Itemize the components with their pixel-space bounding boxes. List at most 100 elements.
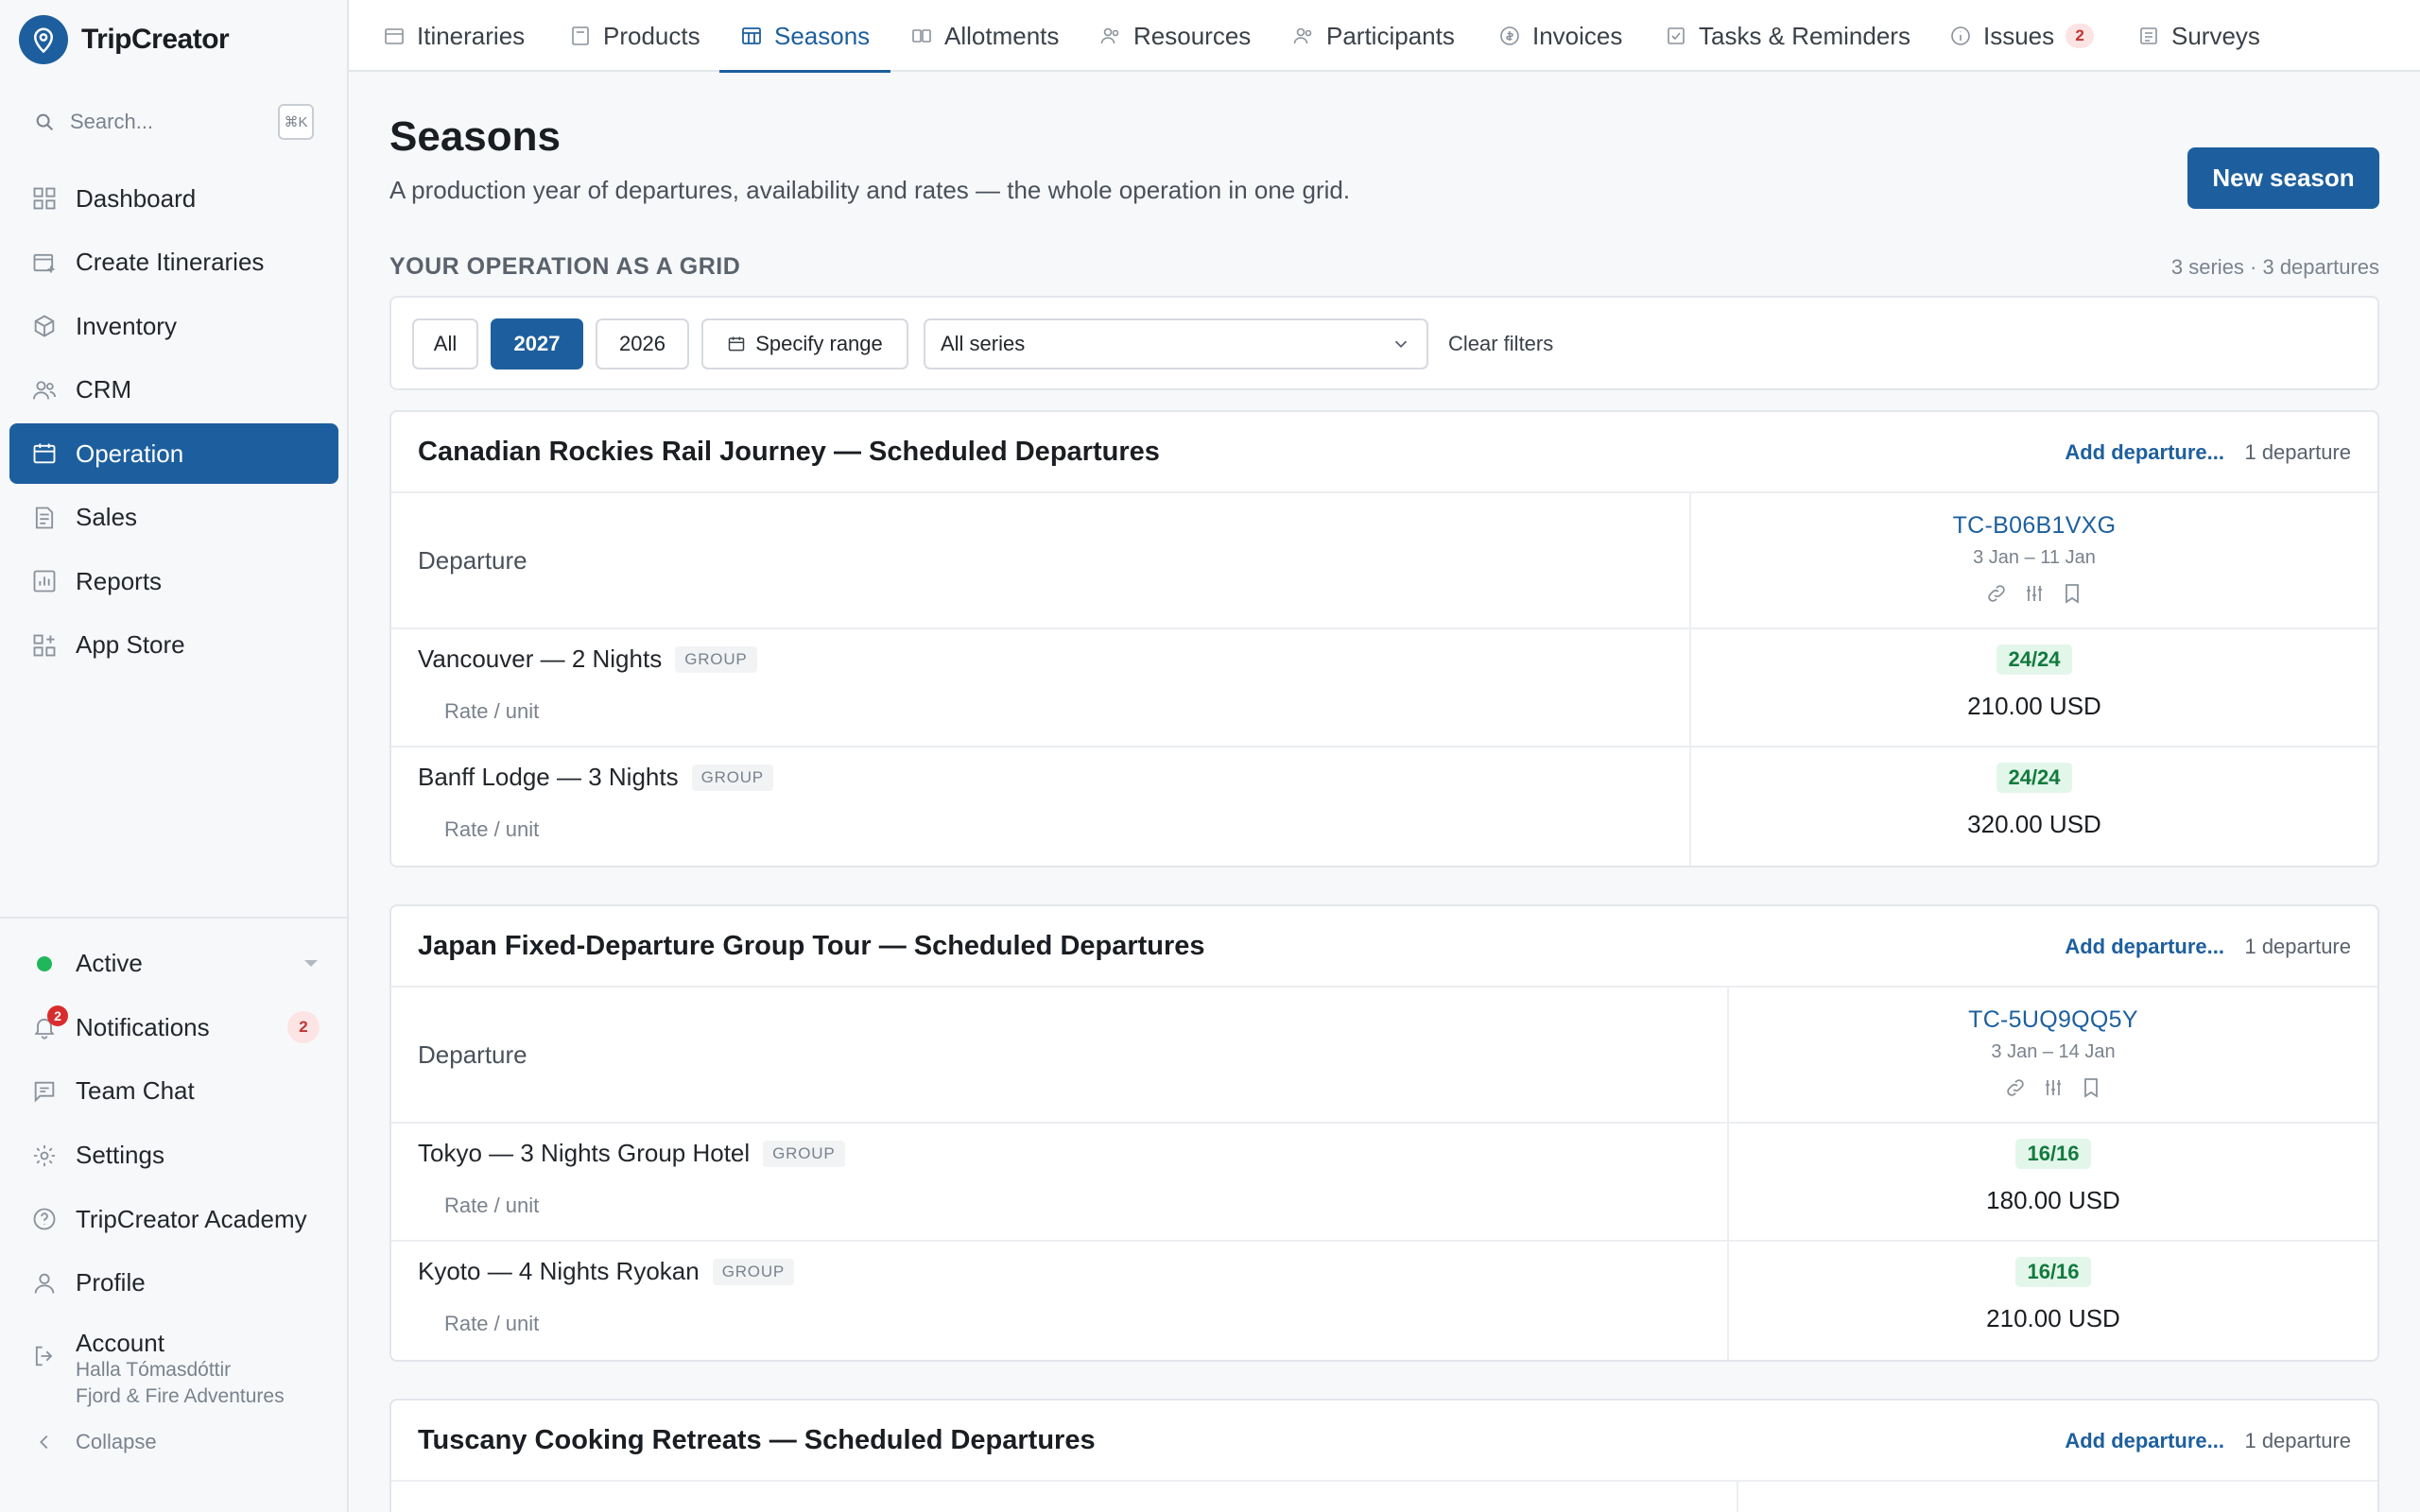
series-card-header: Canadian Rockies Rail Journey — Schedule… (391, 412, 2377, 493)
sidebar-item-operation[interactable]: Operation (9, 423, 338, 484)
product-cell[interactable]: 24/24 210.00 USD (1691, 629, 2377, 747)
search-icon (36, 113, 53, 130)
account-company: Fjord & Fire Adventures (76, 1384, 285, 1407)
tab-surveys[interactable]: Surveys (2137, 0, 2260, 72)
tab-label: Itineraries (417, 21, 526, 50)
specify-range-button[interactable]: Specify range (701, 318, 908, 369)
rate-value: 210.00 USD (1986, 1304, 2120, 1332)
sidebar: TripCreator Search... ⌘K Dashboard Creat… (0, 0, 349, 1512)
add-departure-link[interactable]: Add departure... (2065, 1429, 2224, 1453)
tab-resources[interactable]: Resources (1099, 0, 1251, 72)
tab-participants[interactable]: Participants (1292, 0, 1455, 72)
add-departure-link[interactable]: Add departure... (2065, 440, 2224, 465)
collapse-label: Collapse (76, 1429, 157, 1453)
departure-count: 1 departure (2244, 935, 2351, 958)
bell-icon: 2 (30, 1005, 68, 1041)
notification-dot: 2 (47, 1005, 68, 1027)
filter-2027-button[interactable]: 2027 (491, 318, 583, 369)
departure-row: Departure TC-5UQ9QQ5Y 3 Jan – 14 Jan (391, 988, 2377, 1124)
tab-tasks-reminders[interactable]: Tasks & Reminders (1665, 0, 1910, 72)
rate-value: 210.00 USD (1967, 692, 2101, 720)
top-tabs: Itineraries Products Seasons Allotments … (349, 0, 2420, 73)
tab-label: Invoices (1532, 21, 1623, 50)
sidebar-item-create-itineraries[interactable]: Create Itineraries (9, 232, 338, 293)
link-icon[interactable] (1985, 582, 2008, 605)
departure-dates: 3 Jan – 11 Jan (1973, 547, 2096, 568)
series-select[interactable]: All series (924, 318, 1428, 369)
product-row: Vancouver — 2 Nights GROUP Rate / unit 2… (391, 629, 2377, 747)
product-name: Kyoto — 4 Nights Ryokan GROUP (418, 1257, 795, 1286)
tab-label: Issues (1983, 21, 2055, 50)
bookmark-icon[interactable] (2061, 582, 2083, 605)
app-name: TripCreator (81, 24, 230, 55)
departure-code-link[interactable]: TC-5UQ9QQ5Y (1968, 1006, 2138, 1034)
survey-icon (2140, 27, 2157, 44)
add-departure-link[interactable]: Add departure... (2065, 935, 2224, 959)
tab-seasons[interactable]: Seasons (718, 0, 891, 73)
gear-icon (30, 1142, 59, 1170)
reports-icon (30, 567, 59, 595)
sidebar-item-profile[interactable]: Profile (9, 1251, 338, 1315)
sidebar-item-team-chat[interactable]: Team Chat (9, 1059, 338, 1124)
sidebar-item-label: Notifications (76, 1012, 210, 1041)
collapse-button[interactable]: Collapse (9, 1419, 338, 1465)
tab-label: Seasons (774, 21, 871, 50)
help-circle-icon (30, 1205, 59, 1233)
series-card-header: Tuscany Cooking Retreats — Scheduled Dep… (391, 1400, 2377, 1482)
departure-code-link[interactable]: TC-B06B1VXG (1953, 512, 2117, 540)
product-cell[interactable]: 24/24 320.00 USD (1691, 747, 2377, 866)
sidebar-item-account[interactable]: Account Halla Tómasdóttir Fjord & Fire A… (9, 1315, 338, 1419)
column-divider (1737, 1482, 1738, 1512)
departure-actions (2004, 1076, 2102, 1099)
sidebar-item-app-store[interactable]: App Store (9, 615, 338, 676)
chevron-left-icon (30, 1428, 59, 1456)
product-cell[interactable]: 16/16 210.00 USD (1729, 1242, 2377, 1360)
product-name-text: Banff Lodge — 3 Nights (418, 763, 679, 791)
section-label: YOUR OPERATION AS A GRID (389, 253, 741, 280)
sidebar-item-label: Reports (76, 566, 163, 595)
group-tag: GROUP (763, 1140, 845, 1167)
calendar-icon (385, 28, 404, 44)
sliders-icon[interactable] (2042, 1076, 2065, 1099)
clear-filters-button[interactable]: Clear filters (1448, 318, 1553, 369)
tab-label: Tasks & Reminders (1699, 21, 1910, 50)
sidebar-item-notifications[interactable]: 2 Notifications 2 (9, 996, 338, 1060)
sidebar-item-crm[interactable]: CRM (9, 360, 338, 421)
chevron-down-icon (304, 960, 318, 968)
search-input[interactable]: Search... (70, 110, 263, 134)
group-tag: GROUP (675, 645, 757, 673)
sidebar-item-settings[interactable]: Settings (9, 1124, 338, 1188)
product-cell[interactable]: 16/16 180.00 USD (1729, 1124, 2377, 1242)
specify-range-label: Specify range (755, 332, 883, 355)
search-box[interactable]: Search... ⌘K (19, 98, 316, 146)
user-icon (30, 1269, 59, 1297)
search-shortcut: ⌘K (278, 104, 314, 140)
tab-products[interactable]: Products (569, 0, 700, 72)
inventory-icon (30, 312, 59, 340)
info-circle-icon (1951, 26, 1970, 45)
new-season-button[interactable]: New season (2187, 147, 2379, 209)
sidebar-item-dashboard[interactable]: Dashboard (9, 168, 338, 229)
product-name: Tokyo — 3 Nights Group Hotel GROUP (418, 1139, 845, 1168)
product-name-text: Kyoto — 4 Nights Ryokan (418, 1257, 700, 1285)
sidebar-item-reports[interactable]: Reports (9, 551, 338, 611)
group-tag: GROUP (712, 1258, 795, 1285)
sidebar-item-inventory[interactable]: Inventory (9, 296, 338, 356)
status-selector[interactable]: Active (9, 932, 338, 996)
tab-itineraries[interactable]: Itineraries (383, 0, 525, 72)
sidebar-item-sales[interactable]: Sales (9, 488, 338, 548)
tab-invoices[interactable]: Invoices (1498, 0, 1622, 72)
link-icon[interactable] (2004, 1076, 2027, 1099)
filter-all-button[interactable]: All (412, 318, 478, 369)
sidebar-item-academy[interactable]: TripCreator Academy (9, 1187, 338, 1251)
app-logo[interactable]: TripCreator (19, 15, 230, 64)
main-content: Seasons A production year of departures,… (349, 74, 2420, 1512)
departure-label: Departure (418, 546, 527, 575)
series-title: Canadian Rockies Rail Journey — Schedule… (418, 437, 1160, 467)
bookmark-icon[interactable] (2080, 1076, 2102, 1099)
tab-allotments[interactable]: Allotments (910, 0, 1059, 72)
grid-calendar-icon (742, 27, 761, 44)
sliders-icon[interactable] (2023, 582, 2046, 605)
filter-2026-button[interactable]: 2026 (596, 318, 689, 369)
tab-issues[interactable]: Issues 2 (1949, 0, 2095, 72)
